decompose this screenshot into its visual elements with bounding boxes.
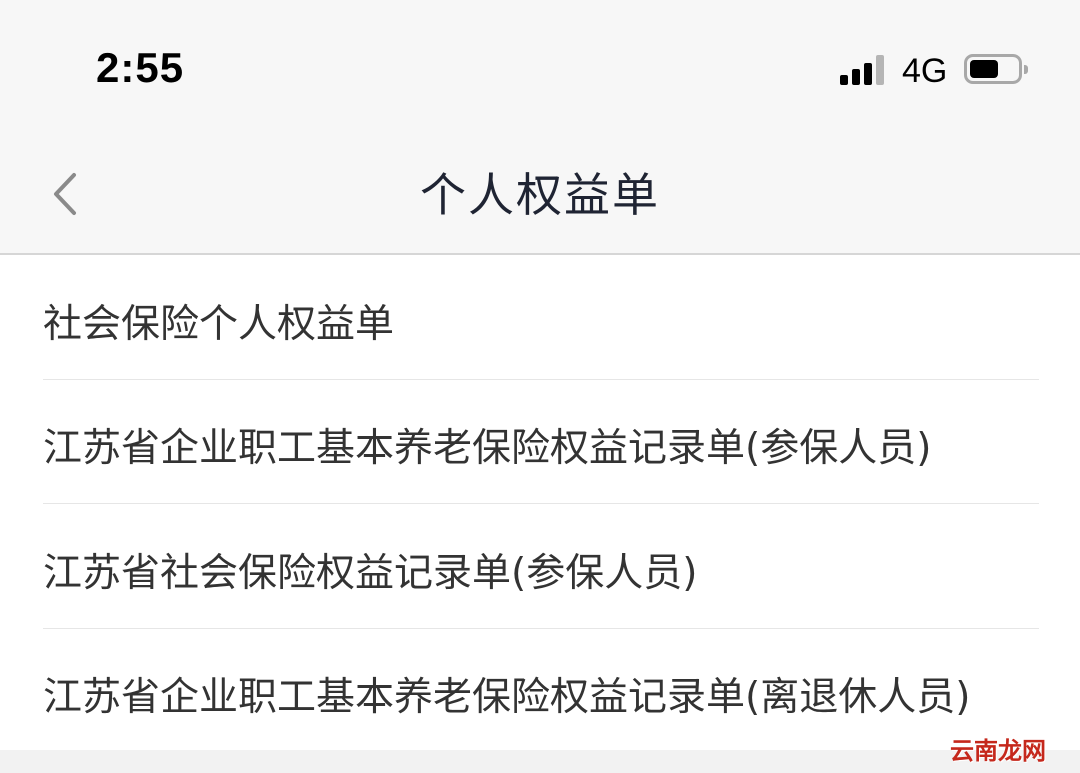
watermark: 云南龙网 <box>950 737 1046 765</box>
status-bar: 2:55 4G <box>0 0 1080 135</box>
network-type: 4G <box>902 52 948 90</box>
list-item-pension-insured[interactable]: 江苏省企业职工基本养老保险权益记录单(参保人员) <box>43 379 1039 504</box>
list-item-label: 社会保险个人权益单 <box>43 302 395 347</box>
list-item-label: 江苏省企业职工基本养老保险权益记录单(离退休人员) <box>43 675 971 720</box>
battery-icon <box>964 54 1028 84</box>
navigation-bar: 个人权益单 <box>0 135 1080 255</box>
list-item-label: 江苏省企业职工基本养老保险权益记录单(参保人员) <box>43 426 932 471</box>
list-item-pension-retired[interactable]: 江苏省企业职工基本养老保险权益记录单(离退休人员) <box>43 628 1039 752</box>
list-item-label: 江苏省社会保险权益记录单(参保人员) <box>43 551 698 596</box>
page-title: 个人权益单 <box>420 168 660 222</box>
benefit-list: 社会保险个人权益单 江苏省企业职工基本养老保险权益记录单(参保人员) 江苏省社会… <box>0 255 1080 750</box>
footer-strip <box>0 750 1080 773</box>
list-item-social-insurance-insured[interactable]: 江苏省社会保险权益记录单(参保人员) <box>43 504 1039 629</box>
cellular-signal-icon <box>840 53 886 85</box>
status-time: 2:55 <box>96 44 185 91</box>
list-item-social-insurance[interactable]: 社会保险个人权益单 <box>43 255 1039 380</box>
